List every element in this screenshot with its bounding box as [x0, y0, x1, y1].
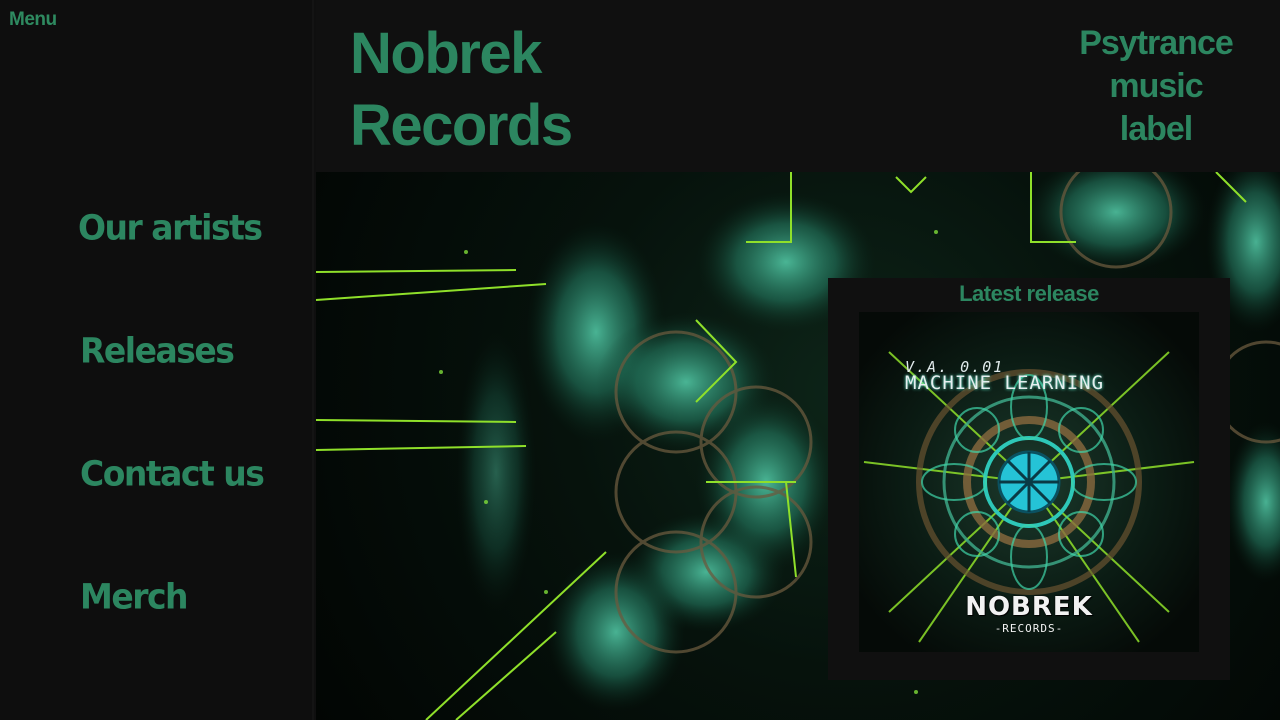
header: Nobrek Records Psytrance music label — [316, 0, 1280, 172]
nav-item-contact-us[interactable]: Contact us — [80, 453, 265, 494]
tagline: Psytrance music label — [1079, 24, 1234, 148]
nav-item-releases[interactable]: Releases — [80, 330, 235, 371]
latest-release-panel: Latest release V.A. 0.01 MACHINE LEARNIN… — [828, 278, 1230, 680]
latest-release-heading: Latest release — [959, 281, 1099, 306]
site-title[interactable]: Nobrek Records — [350, 18, 650, 162]
album-cover[interactable]: V.A. 0.01 MACHINE LEARNING NOBREK -RECOR… — [859, 312, 1199, 652]
menu-button[interactable]: Menu — [9, 9, 57, 31]
cover-brand-logo: NOBREK — [965, 592, 1093, 622]
nav-item-merch[interactable]: Merch — [80, 576, 189, 617]
nav-item-our-artists[interactable]: Our artists — [78, 207, 263, 248]
sidebar: Menu Our artists Releases Contact us Mer… — [0, 0, 314, 720]
cover-brand-sub: -RECORDS- — [994, 622, 1064, 635]
cover-album-title: MACHINE LEARNING — [905, 372, 1105, 394]
